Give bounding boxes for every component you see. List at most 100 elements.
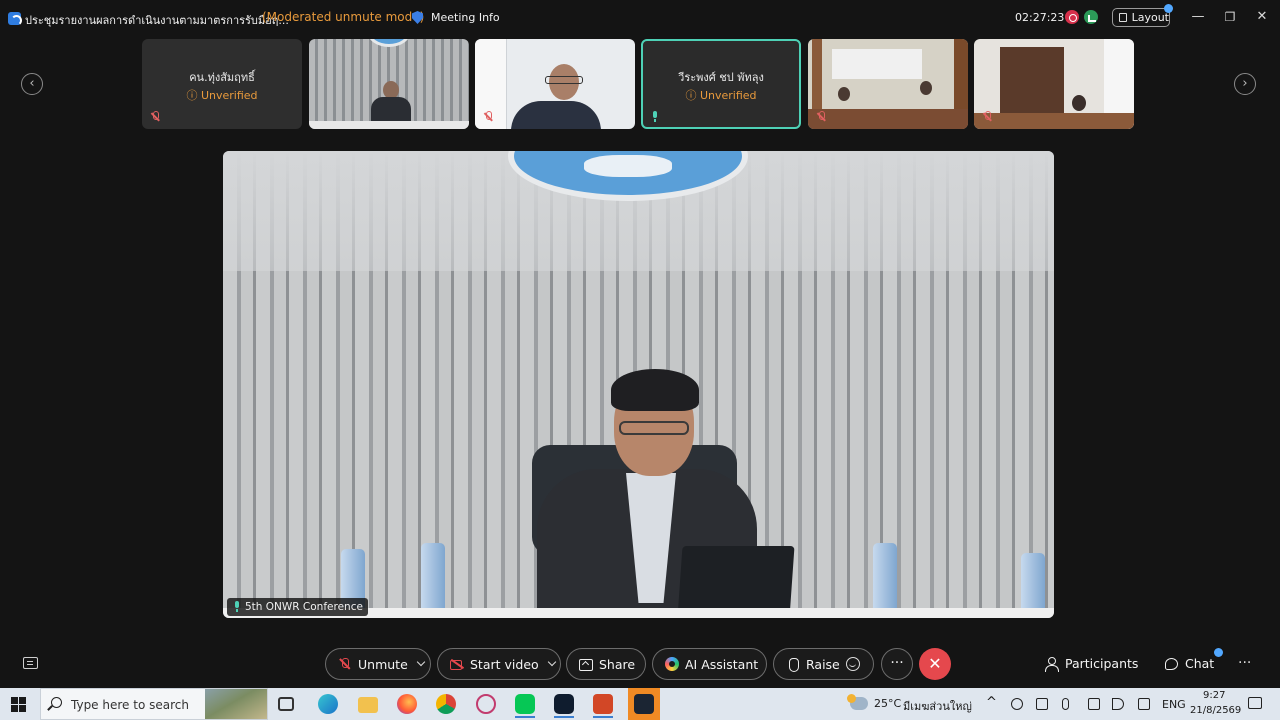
overflow-menu-button[interactable]: ···: [1238, 655, 1251, 671]
clock-time[interactable]: 9:27: [1203, 690, 1225, 701]
webex-logo-icon: [8, 12, 22, 26]
participant-tile-3[interactable]: [475, 39, 635, 129]
participant-tile-2[interactable]: [309, 39, 469, 129]
language-indicator[interactable]: ENG: [1162, 698, 1186, 711]
webex-active-indicator: [554, 716, 574, 718]
edge-icon[interactable]: [318, 694, 338, 714]
start-video-button[interactable]: Start video: [437, 648, 561, 680]
moderated-mode-label: (Moderated unmute mode): [262, 10, 425, 24]
speaker-volume-icon[interactable]: [1112, 698, 1124, 710]
firefox-icon[interactable]: [397, 694, 417, 714]
show-hidden-icons-button[interactable]: ^: [986, 695, 997, 710]
mic-muted-icon: [338, 657, 352, 671]
participant-video-body: [511, 101, 601, 129]
search-highlight-image: [205, 689, 267, 719]
file-explorer-icon[interactable]: [358, 697, 378, 713]
snipping-tool-icon[interactable]: [476, 694, 496, 714]
taskbar-search-box[interactable]: Type here to search: [40, 688, 268, 720]
participant-name: วีระพงศ์ ชป พัทลุง: [678, 71, 764, 84]
active-speaker-video[interactable]: 5th ONWR Conference: [223, 151, 1054, 618]
chrome-icon[interactable]: [436, 694, 456, 714]
network-icon[interactable]: [1088, 698, 1100, 710]
participant-video-desk: [309, 121, 469, 129]
meeting-title: ประชุมรายงานผลการดำเนินงานตามมาตรการรับม…: [25, 14, 289, 27]
layout-grid-icon: [1119, 13, 1127, 22]
meeting-window: ประชุมรายงานผลการดำเนินงานตามมาตรการรับม…: [0, 0, 1280, 720]
unverified-status: ⓘ Unverified: [685, 89, 757, 102]
glasses-image: [545, 76, 583, 84]
share-button[interactable]: Share: [566, 648, 646, 680]
strip-next-button[interactable]: ›: [1234, 73, 1256, 95]
line-icon[interactable]: [515, 694, 535, 714]
task-view-icon[interactable]: [278, 697, 294, 711]
participant-video-head: [838, 87, 850, 101]
recording-indicator-icon[interactable]: [1065, 10, 1079, 24]
layout-button-label: Layout: [1131, 11, 1169, 24]
participants-button[interactable]: Participants: [1045, 656, 1139, 672]
more-options-button[interactable]: ···: [881, 648, 913, 680]
weather-text[interactable]: มีเมฆส่วนใหญ่: [903, 697, 972, 715]
participant-tile-5[interactable]: [808, 39, 968, 129]
meeting-table-image: [808, 109, 968, 129]
meeting-info-button[interactable]: Meeting Info: [431, 11, 500, 24]
webex-icon[interactable]: [554, 694, 574, 714]
unmute-label: Unmute: [358, 656, 408, 672]
speaker-name-label: 5th ONWR Conference: [227, 598, 368, 616]
notifications-icon[interactable]: [1248, 697, 1262, 709]
location-icon[interactable]: [1011, 698, 1023, 710]
raise-label: Raise: [806, 656, 840, 672]
layout-notification-dot: [1164, 4, 1173, 13]
unmute-button[interactable]: Unmute: [325, 648, 431, 680]
unverified-label: Unverified: [699, 89, 757, 102]
meet-now-icon[interactable]: [1036, 698, 1048, 710]
mic-muted-icon: [484, 111, 492, 123]
participants-label: Participants: [1065, 656, 1139, 671]
captions-icon[interactable]: [23, 657, 38, 669]
water-bottle-image: [421, 543, 445, 618]
chat-icon: [1165, 657, 1178, 670]
share-label: Share: [599, 656, 636, 672]
mic-muted-icon: [151, 111, 159, 123]
speaker-glasses-image: [619, 421, 689, 435]
restore-button[interactable]: ❐: [1222, 9, 1238, 25]
reactions-icon[interactable]: [846, 657, 860, 671]
participant-tile-4[interactable]: วีระพงศ์ ชป พัทลุง ⓘ Unverified: [641, 39, 801, 129]
participant-tile-1[interactable]: คน.ทุ่งสัมฤทธิ์ ⓘ Unverified: [142, 39, 302, 129]
wall-banner-image: [832, 49, 922, 79]
speaker-hair-image: [611, 369, 699, 411]
mic-muted-icon: [983, 111, 991, 123]
powerpoint-icon[interactable]: [593, 694, 613, 714]
ai-assistant-icon: [665, 657, 679, 671]
speaker-name-text: 5th ONWR Conference: [245, 601, 363, 613]
chevron-down-icon[interactable]: [416, 657, 426, 667]
microphone-icon[interactable]: [1062, 698, 1069, 710]
windows-start-icon[interactable]: [11, 697, 26, 712]
powerpoint-active-indicator: [593, 716, 613, 718]
layout-button[interactable]: Layout: [1112, 4, 1173, 27]
strip-prev-button[interactable]: ‹: [21, 73, 43, 95]
close-window-button[interactable]: ✕: [1254, 9, 1270, 25]
agency-emblem-image: [367, 39, 411, 47]
ai-assistant-label: AI Assistant: [685, 656, 759, 672]
unverified-label: Unverified: [200, 89, 258, 102]
meeting-table-image: [974, 113, 1134, 129]
mic-on-icon: [233, 601, 241, 613]
weather-icon[interactable]: [847, 694, 868, 710]
connection-status-icon[interactable]: [1084, 10, 1098, 24]
ai-assistant-button[interactable]: AI Assistant: [652, 648, 767, 680]
webex-meetings-icon[interactable]: [634, 694, 654, 714]
water-bottle-image: [873, 543, 897, 618]
clock-date[interactable]: 21/8/2569: [1190, 705, 1241, 716]
minimize-button[interactable]: —: [1190, 9, 1206, 25]
end-meeting-button[interactable]: ✕: [919, 648, 951, 680]
bookshelf-image: [1000, 47, 1064, 117]
temperature-label[interactable]: 25°C: [874, 697, 901, 710]
chevron-down-icon[interactable]: [547, 657, 556, 667]
search-icon: [51, 697, 62, 708]
start-video-label: Start video: [470, 656, 539, 672]
mic-muted-icon: [817, 111, 825, 123]
share-screen-icon: [579, 657, 593, 671]
chat-button[interactable]: Chat: [1165, 648, 1223, 671]
participant-tile-6[interactable]: [974, 39, 1134, 129]
display-icon[interactable]: [1138, 698, 1150, 710]
